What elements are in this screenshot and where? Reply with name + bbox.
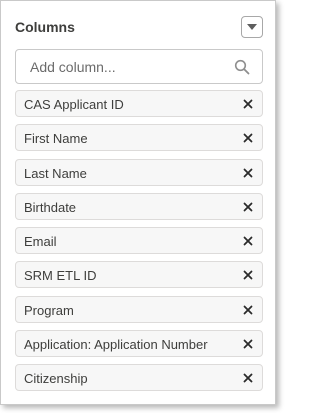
column-pill-label: SRM ETL ID bbox=[24, 268, 97, 284]
close-icon bbox=[243, 133, 253, 143]
column-pill-label: Birthdate bbox=[24, 199, 77, 215]
remove-column-button[interactable] bbox=[242, 304, 254, 316]
panel-header: Columns bbox=[15, 15, 263, 41]
columns-panel: Columns CAS Applicant ID First Name bbox=[0, 0, 276, 405]
remove-column-button[interactable] bbox=[242, 372, 254, 384]
column-pill-label: Citizenship bbox=[24, 371, 88, 387]
column-pill: SRM ETL ID bbox=[15, 261, 263, 289]
close-icon bbox=[243, 99, 253, 109]
close-icon bbox=[243, 271, 253, 280]
column-pill: CAS Applicant ID bbox=[15, 90, 263, 117]
column-pill-label: Email bbox=[24, 234, 57, 250]
remove-column-button[interactable] bbox=[242, 98, 254, 110]
collapse-button[interactable] bbox=[241, 16, 263, 38]
remove-column-button[interactable] bbox=[242, 235, 254, 247]
selected-columns-list: CAS Applicant ID First Name Last Name Bi… bbox=[15, 90, 263, 399]
add-column-input[interactable] bbox=[16, 50, 226, 83]
close-icon bbox=[243, 305, 253, 315]
close-icon bbox=[243, 236, 253, 246]
remove-column-button[interactable] bbox=[242, 338, 254, 350]
search-icon bbox=[234, 59, 250, 75]
add-column-search bbox=[15, 49, 263, 84]
caret-down-icon bbox=[247, 24, 257, 30]
close-icon bbox=[243, 168, 253, 177]
column-pill-label: First Name bbox=[24, 131, 88, 147]
column-pill: Last Name bbox=[15, 158, 263, 186]
remove-column-button[interactable] bbox=[242, 201, 254, 213]
panel-title: Columns bbox=[15, 19, 75, 35]
column-pill-label: CAS Applicant ID bbox=[24, 97, 124, 112]
column-pill: Birthdate bbox=[15, 192, 263, 220]
remove-column-button[interactable] bbox=[242, 132, 254, 144]
column-pill-label: Last Name bbox=[24, 165, 87, 181]
remove-column-button[interactable] bbox=[242, 269, 254, 281]
close-icon bbox=[243, 339, 253, 349]
column-pill-label: Program bbox=[24, 302, 74, 318]
close-icon bbox=[243, 202, 253, 212]
column-pill: Email bbox=[15, 227, 263, 255]
column-pill: First Name bbox=[15, 124, 263, 152]
remove-column-button[interactable] bbox=[242, 167, 254, 179]
close-icon bbox=[243, 373, 253, 383]
column-pill: Citizenship bbox=[15, 364, 263, 392]
column-pill: Program bbox=[15, 295, 263, 323]
column-pill-label: Application: Application Number bbox=[24, 337, 208, 353]
column-pill: Application: Application Number bbox=[15, 330, 263, 358]
